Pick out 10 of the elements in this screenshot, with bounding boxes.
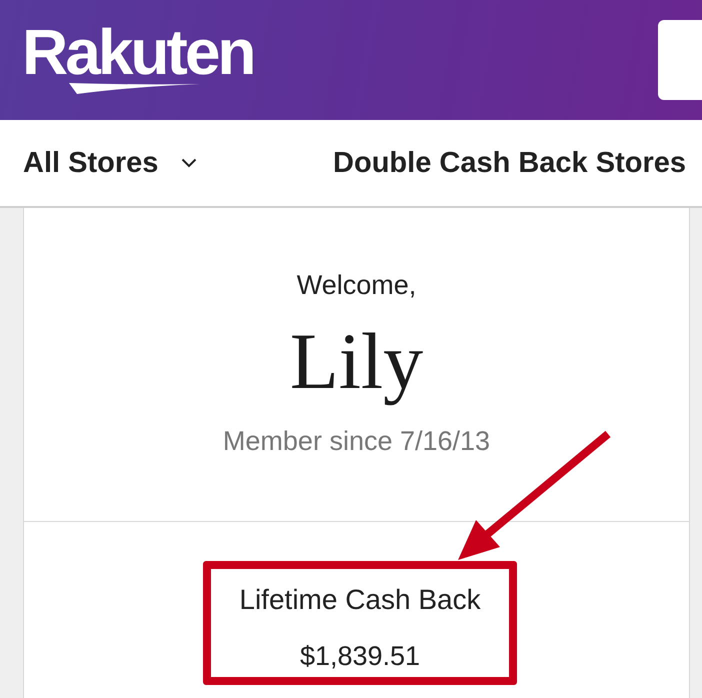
member-name: Lily <box>290 317 424 407</box>
greeting-text: Welcome, <box>296 269 416 301</box>
nav-link[interactable]: Double Cash Back Stores <box>333 145 686 181</box>
logo-wordmark[interactable]: Rakuten <box>22 20 254 84</box>
stores-dropdown[interactable]: All Stores <box>23 145 198 181</box>
input-field[interactable] <box>658 20 702 100</box>
member-since-text: Member since 7/16/13 <box>222 425 490 457</box>
stat-label: Lifetime Cash Back <box>239 585 481 615</box>
caret-icon <box>181 158 198 168</box>
stat-value: $1,839.51 <box>300 641 420 671</box>
